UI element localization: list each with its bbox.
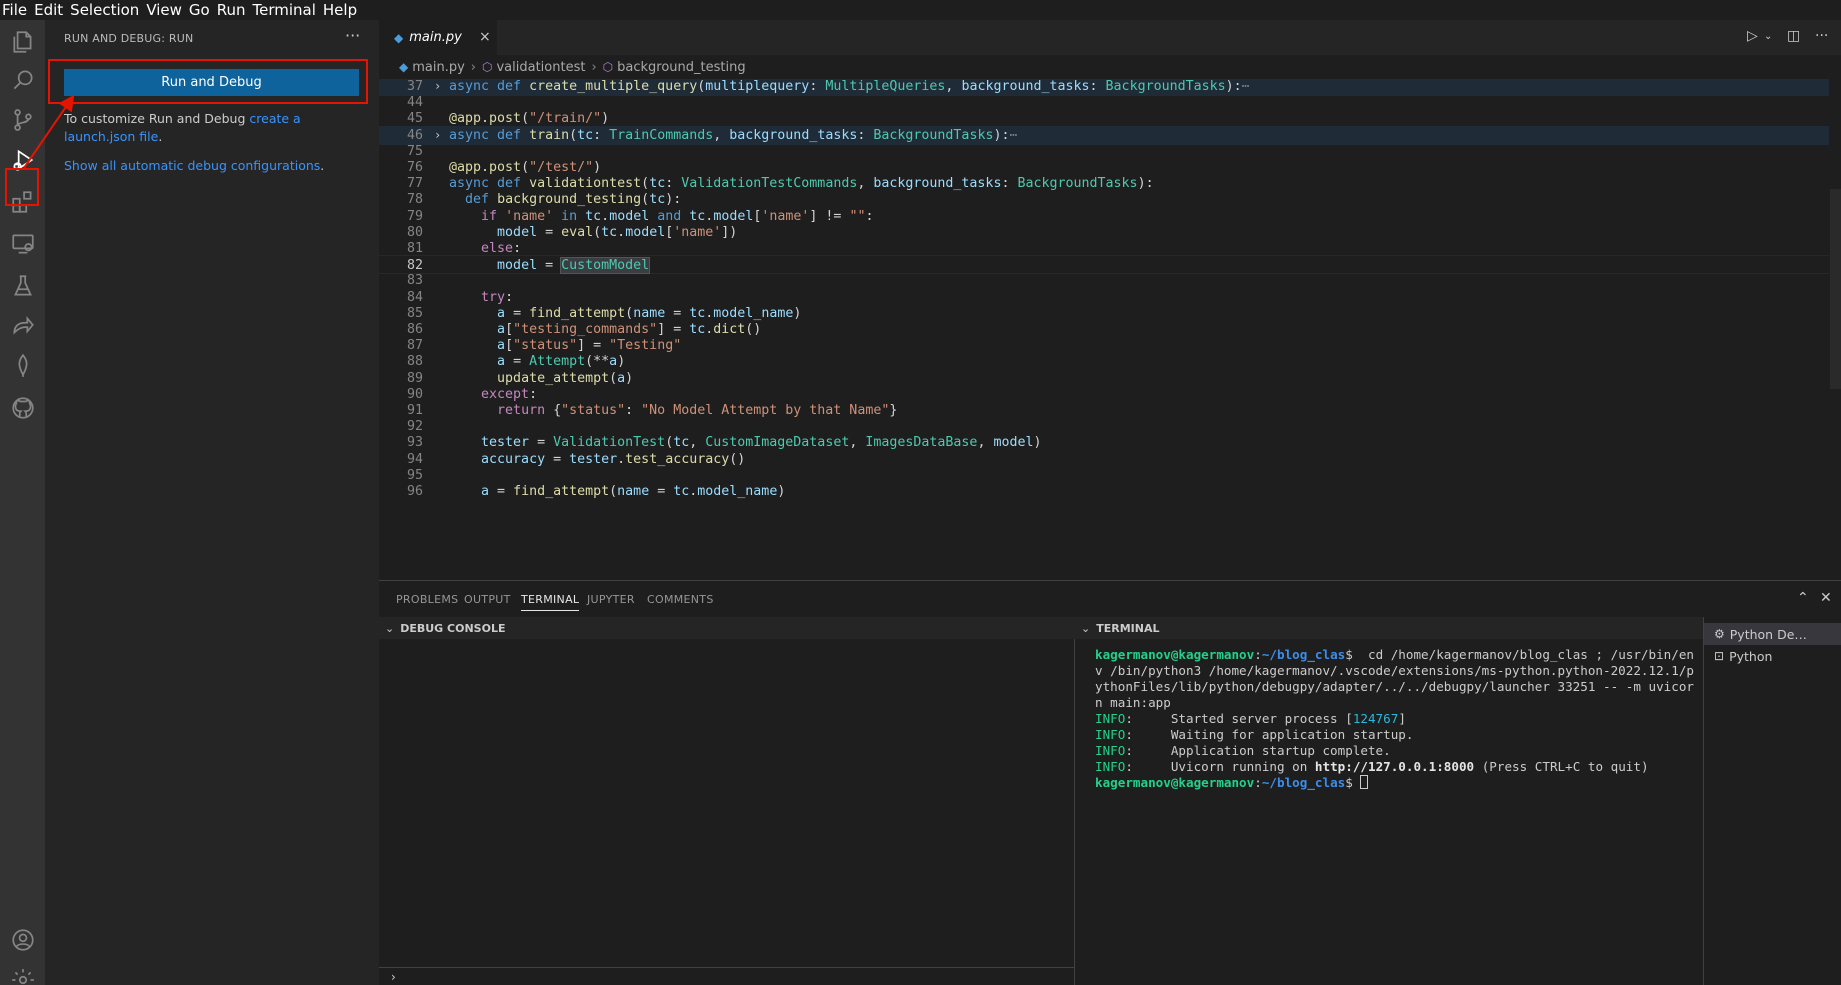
menu-file[interactable]: File bbox=[0, 0, 32, 20]
menu-edit[interactable]: Edit bbox=[32, 0, 68, 20]
debug-icon: ⚙ bbox=[1714, 627, 1725, 641]
breadcrumb-item[interactable]: main.py bbox=[412, 60, 465, 75]
sidebar-title: RUN AND DEBUG: RUN bbox=[64, 32, 194, 45]
breadcrumb-item[interactable]: background_testing bbox=[617, 60, 745, 75]
close-tab-icon[interactable]: × bbox=[479, 29, 491, 45]
terminal-pane: ⌄ TERMINAL kagermanov@kagermanov:~/blog_c… bbox=[1075, 617, 1703, 985]
python-file-icon: ◆ bbox=[394, 30, 404, 45]
customize-text: To customize Run and Debug create a laun… bbox=[64, 110, 364, 146]
mongodb-icon[interactable] bbox=[0, 344, 45, 388]
close-panel-icon[interactable]: ✕ bbox=[1820, 590, 1832, 606]
debug-console-header[interactable]: ⌄ DEBUG CONSOLE bbox=[379, 617, 1075, 639]
run-python-file-icon[interactable]: ▷ bbox=[1747, 28, 1758, 44]
panel-tab-terminal[interactable]: TERMINAL bbox=[521, 593, 580, 611]
debug-console-input[interactable]: › bbox=[379, 967, 1075, 985]
terminal-list-item[interactable]: ⚙ Python De… bbox=[1704, 623, 1841, 645]
customize-suffix: . bbox=[158, 129, 163, 144]
debug-console-title: DEBUG CONSOLE bbox=[400, 621, 506, 635]
panel-tab-comments[interactable]: COMMENTS bbox=[647, 593, 714, 606]
breadcrumb-item[interactable]: validationtest bbox=[496, 60, 585, 75]
settings-gear-icon[interactable] bbox=[0, 958, 45, 985]
show-automatic-debug-configs-link[interactable]: Show all automatic debug configurations bbox=[64, 158, 320, 173]
terminal-line: INFO: Started server process [124767] bbox=[1095, 711, 1406, 726]
sidebar: RUN AND DEBUG: RUN ··· Run and Debug To … bbox=[45, 20, 379, 985]
remote-explorer-icon[interactable] bbox=[0, 222, 45, 266]
terminal-icon: ⊡ bbox=[1714, 649, 1725, 663]
bottom-panel: PROBLEMS OUTPUT TERMINAL JUPYTER COMMENTS ⌃ … bbox=[379, 580, 1841, 985]
terminal-line: kagermanov@kagermanov:~/blog_clas$ cd /h… bbox=[1095, 647, 1695, 710]
symbol-method-icon: ⬡ bbox=[602, 60, 614, 74]
line-number: 96 bbox=[406, 484, 423, 499]
account-icon[interactable] bbox=[0, 918, 45, 962]
tab-main-py[interactable]: ◆ main.py × bbox=[379, 20, 497, 55]
terminal-list: ⚙ Python De… ⊡ Python bbox=[1703, 617, 1841, 985]
terminal-list-item[interactable]: ⊡ Python bbox=[1704, 645, 1841, 667]
menu-run[interactable]: Run bbox=[215, 0, 251, 20]
show-all-suffix: . bbox=[320, 158, 325, 173]
menu-view[interactable]: View bbox=[144, 0, 187, 20]
live-share-icon[interactable] bbox=[0, 304, 45, 348]
terminal-line: INFO: Waiting for application startup. bbox=[1095, 727, 1414, 742]
terminal-line: INFO: Application startup complete. bbox=[1095, 743, 1391, 758]
python-file-icon: ◆ bbox=[399, 60, 409, 74]
terminal-output[interactable]: kagermanov@kagermanov:~/blog_clas$ cd /h… bbox=[1095, 647, 1700, 791]
menu-help[interactable]: Help bbox=[321, 0, 362, 20]
menubar: File Edit Selection View Go Run Terminal Help bbox=[0, 0, 1841, 20]
split-editor-icon[interactable]: ◫ bbox=[1787, 28, 1800, 44]
panel-tab-problems[interactable]: PROBLEMS bbox=[396, 593, 458, 606]
terminal-line: INFO: Uvicorn running on http://127.0.0.… bbox=[1095, 759, 1649, 774]
editor-scrollbar[interactable] bbox=[1830, 189, 1841, 389]
breadcrumb: ◆ main.py › ⬡ validationtest › ⬡ background_tes… bbox=[379, 55, 1841, 79]
github-icon[interactable] bbox=[0, 386, 45, 430]
tab-label: main.py bbox=[409, 30, 462, 45]
terminal-header[interactable]: ⌄ TERMINAL bbox=[1075, 617, 1703, 639]
terminal-list-label: Python bbox=[1729, 648, 1773, 664]
breadcrumb-separator-icon: › bbox=[591, 59, 597, 75]
run-debug-highlight-box bbox=[5, 168, 39, 206]
run-dropdown-chevron-icon[interactable]: ⌄ bbox=[1764, 31, 1772, 42]
more-actions-icon[interactable]: ··· bbox=[1815, 28, 1828, 44]
search-icon[interactable] bbox=[0, 58, 45, 102]
maximize-panel-icon[interactable]: ⌃ bbox=[1797, 590, 1809, 606]
symbol-method-icon: ⬡ bbox=[482, 60, 493, 74]
activity-bar bbox=[0, 20, 45, 985]
run-and-debug-button[interactable]: Run and Debug bbox=[64, 69, 359, 96]
debug-console-pane: ⌄ DEBUG CONSOLE › bbox=[379, 617, 1075, 985]
code-line[interactable]: 96 a = find_attempt(name = tc.model_name… bbox=[379, 482, 1829, 501]
chevron-down-icon: ⌄ bbox=[1081, 621, 1091, 635]
panel-tab-output[interactable]: OUTPUT bbox=[464, 593, 511, 606]
source-control-icon[interactable] bbox=[0, 98, 45, 142]
panel-tab-jupyter[interactable]: JUPYTER bbox=[587, 593, 635, 606]
testing-icon[interactable] bbox=[0, 264, 45, 308]
panel-tabs: PROBLEMS OUTPUT TERMINAL JUPYTER COMMENTS bbox=[379, 581, 1841, 617]
code-editor[interactable]: 37 › async def create_multiple_query(multi… bbox=[379, 79, 1841, 580]
code-text: a = find_attempt(name = tc.model_name) bbox=[481, 484, 786, 499]
terminal-list-label: Python De… bbox=[1729, 626, 1807, 642]
terminal-line: kagermanov@kagermanov:~/blog_clas$ bbox=[1095, 775, 1700, 791]
menu-selection[interactable]: Selection bbox=[68, 0, 144, 20]
show-auto-configs: Show all automatic debug configurations. bbox=[64, 158, 324, 173]
terminal-title: TERMINAL bbox=[1096, 621, 1160, 635]
editor-tabbar: ◆ main.py × ▷ ⌄ ◫ ··· bbox=[379, 20, 1841, 55]
menu-go[interactable]: Go bbox=[187, 0, 215, 20]
customize-prefix: To customize Run and Debug bbox=[64, 111, 250, 126]
more-actions-icon[interactable]: ··· bbox=[345, 26, 360, 45]
breadcrumb-separator-icon: › bbox=[470, 59, 476, 75]
chevron-down-icon: ⌄ bbox=[385, 621, 395, 635]
menu-terminal[interactable]: Terminal bbox=[251, 0, 321, 20]
